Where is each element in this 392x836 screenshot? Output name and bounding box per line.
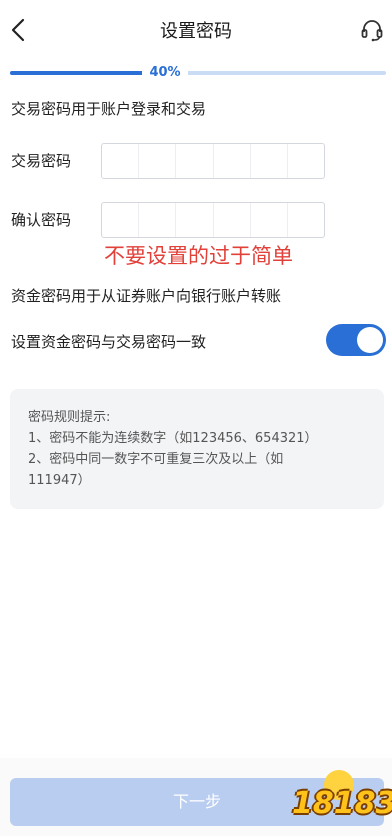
pin-cell <box>139 144 177 178</box>
pin-cell <box>214 203 251 237</box>
pin-cell <box>102 203 140 237</box>
progress-bar <box>10 71 386 75</box>
confirm-password-input[interactable] <box>101 202 325 238</box>
password-rules-panel: 密码规则提示: 1、密码不能为连续数字（如123456、654321） 2、密码… <box>10 389 384 509</box>
warning-annotation: 不要设置的过于简单 <box>104 244 293 268</box>
pin-cell <box>176 203 214 237</box>
progress-fill <box>10 71 161 75</box>
trade-password-input[interactable] <box>101 143 325 179</box>
pin-cell <box>288 144 324 178</box>
same-password-toggle[interactable] <box>326 324 386 356</box>
progress-label: 40% <box>142 62 188 83</box>
pin-cell <box>251 203 288 237</box>
pin-cell <box>102 144 140 178</box>
trade-password-description: 交易密码用于账户登录和交易 <box>11 100 207 118</box>
toggle-knob <box>357 327 383 353</box>
pin-cell <box>251 144 288 178</box>
rule-line: 2、密码中同一数字不可重复三次及以上（如 <box>28 452 284 467</box>
same-password-label: 设置资金密码与交易密码一致 <box>11 333 207 351</box>
rules-title: 密码规则提示: <box>28 410 111 425</box>
watermark-logo: 18183 <box>292 770 392 828</box>
headset-icon[interactable] <box>360 18 384 42</box>
confirm-password-label: 确认密码 <box>11 211 72 229</box>
page-title: 设置密码 <box>160 21 232 42</box>
pin-cell <box>139 203 177 237</box>
top-bar: 设置密码 <box>0 0 392 60</box>
trade-password-label: 交易密码 <box>11 152 72 170</box>
fund-password-description: 资金密码用于从证券账户向银行账户转账 <box>11 287 282 305</box>
pin-cell <box>176 144 214 178</box>
rule-line: 1、密码不能为连续数字（如123456、654321） <box>28 431 318 446</box>
watermark-text: 18183 <box>292 786 392 821</box>
rule-line: 111947） <box>28 473 91 488</box>
pin-cell <box>288 203 324 237</box>
pin-cell <box>214 144 251 178</box>
